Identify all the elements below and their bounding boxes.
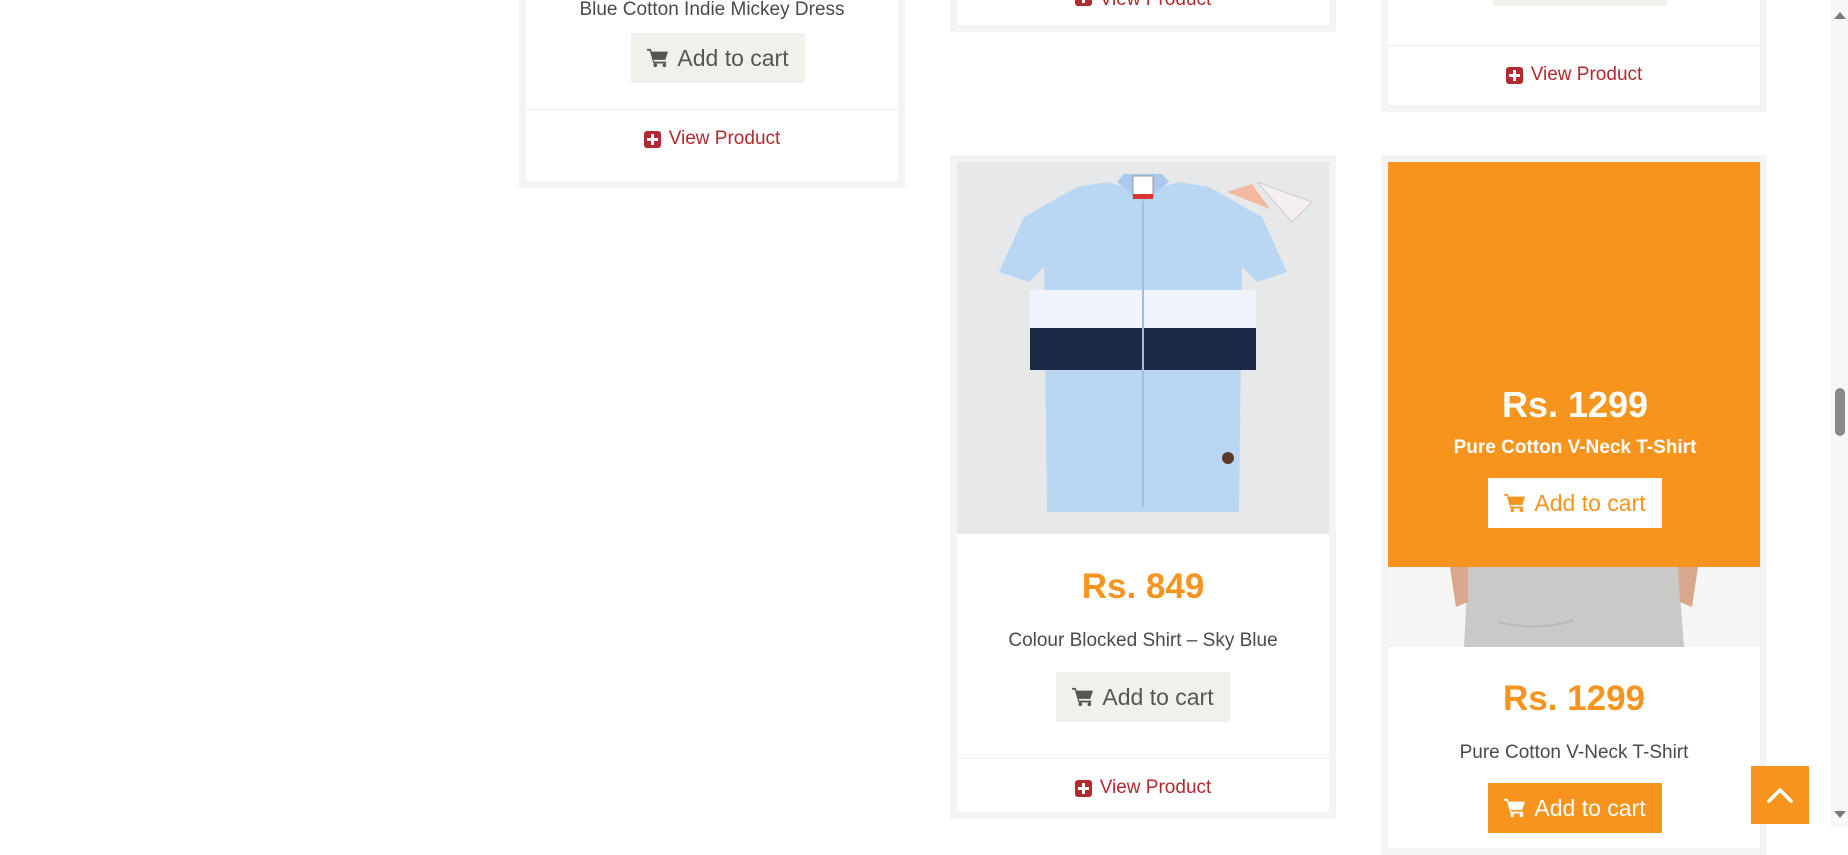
product-image[interactable] (957, 162, 1329, 534)
add-to-cart-label: Add to cart (1534, 794, 1646, 821)
product-name: Colour Blocked Shirt – Sky Blue (1008, 630, 1278, 651)
cart-icon (647, 48, 669, 68)
add-to-cart-button[interactable]: Add to cart (1488, 783, 1662, 833)
chevron-up-icon (1767, 788, 1793, 803)
add-to-cart-button[interactable]: Add to cart (631, 33, 805, 83)
scroll-up-arrow-icon[interactable] (1834, 12, 1846, 19)
vertical-scrollbar[interactable] (1830, 0, 1848, 827)
view-product-label: View Product (1100, 0, 1212, 11)
overlay-product-name: Pure Cotton V-Neck T-Shirt (1453, 437, 1697, 458)
product-name: Blue Cotton Indie Mickey Dress (579, 0, 845, 20)
overlay-price: Rs. 1299 (1501, 384, 1649, 425)
scrollbar-thumb[interactable] (1835, 388, 1845, 436)
product-card-vneck-tshirt: Rs. 1299 Pure Cotton V-Neck T-Shirt Add … (1381, 155, 1767, 855)
add-to-cart-button[interactable] (1493, 0, 1667, 6)
view-product-label: View Product (1099, 777, 1212, 798)
cart-icon (1504, 798, 1526, 818)
scroll-down-arrow-icon[interactable] (1834, 811, 1846, 818)
quick-buy-overlay: Rs. 1299 Pure Cotton V-Neck T-Shirt Add … (1388, 162, 1760, 567)
product-name: Pure Cotton V-Neck T-Shirt (1459, 742, 1689, 763)
product-price: Rs. 1299 (1502, 679, 1646, 718)
product-price: Rs. 849 (1081, 567, 1205, 606)
plus-square-icon (1505, 66, 1523, 84)
cart-icon (1504, 493, 1526, 513)
cart-icon (1072, 687, 1094, 707)
plus-square-icon (1074, 779, 1092, 797)
shirt-image (999, 174, 1313, 512)
plus-square-icon (643, 130, 661, 148)
view-product-label: View Product (1530, 64, 1643, 85)
product-card-right-top: View Product (1381, 0, 1767, 112)
product-card-mid-top: View Product (950, 0, 1336, 32)
product-card-colour-blocked-shirt: Rs. 849 Colour Blocked Shirt – Sky Blue … (950, 155, 1336, 819)
product-card-mickey-dress: Blue Cotton Indie Mickey Dress Add to ca… (519, 0, 905, 188)
add-to-cart-label: Add to cart (1102, 683, 1214, 710)
overlay-add-to-cart-button[interactable]: Add to cart (1488, 478, 1662, 528)
add-to-cart-label: Add to cart (677, 44, 789, 71)
view-product-link[interactable]: View Product (957, 0, 1329, 25)
view-product-label: View Product (668, 128, 781, 149)
plus-square-icon (1074, 0, 1092, 6)
add-to-cart-button[interactable]: Add to cart (1056, 672, 1230, 722)
view-product-link[interactable]: View Product (1388, 45, 1760, 104)
back-to-top-button[interactable] (1751, 766, 1809, 824)
view-product-link[interactable]: View Product (957, 758, 1329, 812)
overlay-add-to-cart-label: Add to cart (1534, 489, 1646, 516)
view-product-link[interactable]: View Product (526, 109, 898, 168)
